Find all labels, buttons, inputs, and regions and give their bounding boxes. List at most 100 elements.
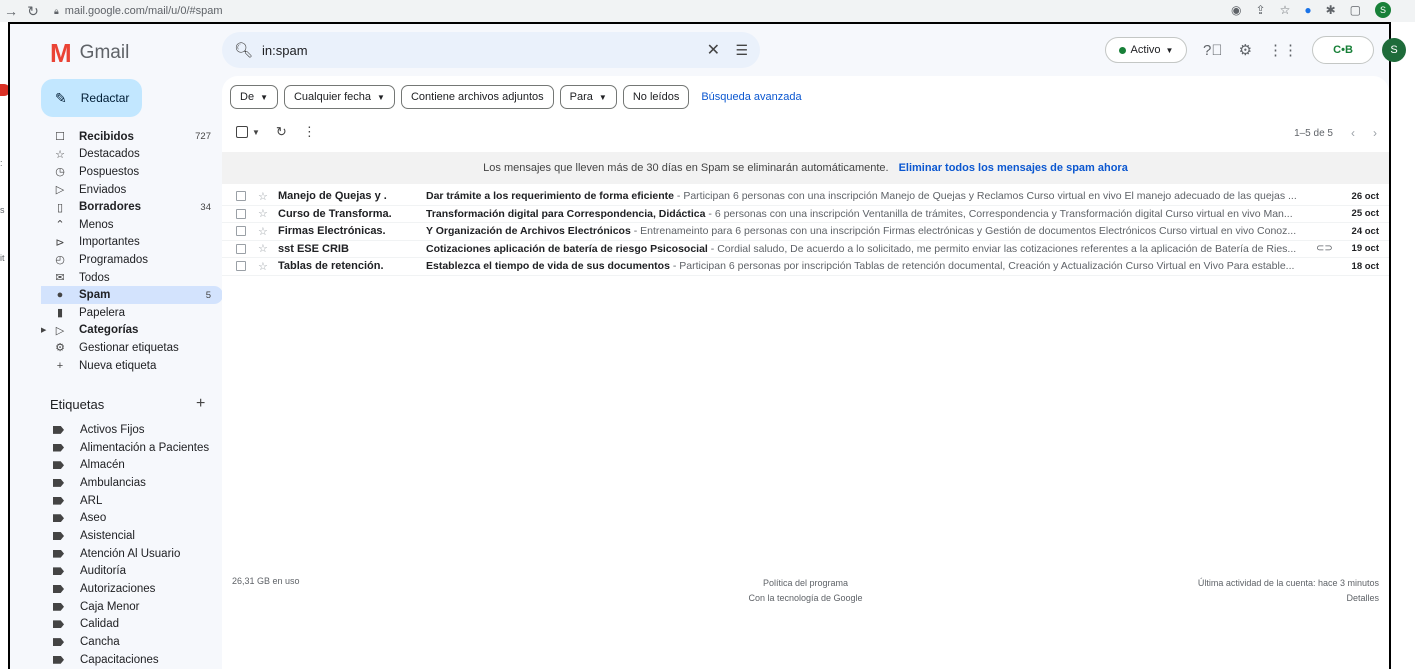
email-subject: Cotizaciones aplicación de batería de ri… [426,242,708,255]
banner-text: Los mensajes que lleven más de 30 días e… [483,162,889,174]
help-icon[interactable]: ?⃝ [1203,42,1223,59]
label-item[interactable]: Ambulancias [41,474,223,492]
filter-chip[interactable]: Cualquier fecha ▼ [283,85,395,109]
label-tag-icon [53,425,64,434]
filter-chip-label: Contiene archivos adjuntos [410,91,544,103]
account-avatar[interactable]: S [1382,38,1407,62]
sidebar-item-programados[interactable]: ◴ Programados [41,251,223,269]
label-tag-icon [53,514,64,523]
label-item[interactable]: Calidad [41,616,223,634]
eye-icon[interactable]: ◉ [1231,3,1241,17]
compose-button[interactable]: ✎ Redactar [41,79,142,117]
row-checkbox[interactable] [236,208,246,219]
email-date: 25 oct [1351,208,1379,220]
sidepanel-icon[interactable]: ▢ [1350,3,1361,17]
search-icon[interactable]: 🔍︎ [222,41,254,59]
label-item[interactable]: Caja Menor [41,598,223,616]
email-row[interactable]: ☆ sst ESE CRIB Cotizaciones aplicación de … [222,241,1389,258]
sidebar-item-categorías[interactable]: ▶ ▷ Categorías [41,322,223,340]
filter-chip[interactable]: Para ▼ [559,85,617,109]
sidebar-item-recibidos[interactable]: ☐ Recibidos 727 [41,128,223,146]
star-icon[interactable]: ☆ [258,242,272,255]
extension-icon[interactable]: ● [1304,3,1311,17]
refresh-icon[interactable]: ↻ [276,124,287,140]
organization-logo[interactable]: C•B [1312,36,1375,64]
sidebar-item-todos[interactable]: ✉ Todos [41,269,223,287]
sidebar-item-enviados[interactable]: ▷ Enviados [41,181,223,199]
label-item[interactable]: Alimentación a Pacientes [41,439,223,457]
email-snippet: - 6 personas con una inscripción Ventani… [705,207,1293,220]
sidebar-item-pospuestos[interactable]: ◷ Pospuestos [41,163,223,181]
label-item[interactable]: Almacén [41,456,223,474]
label-item[interactable]: Autorizaciones [41,580,223,598]
address-bar[interactable]: 🔒︎ mail.google.com/mail/u/0/#spam [54,3,1194,19]
gmail-logo[interactable]: M Gmail [50,40,129,66]
sidebar-item-nueva-etiqueta[interactable]: + Nueva etiqueta [41,357,223,375]
label-item[interactable]: Capacitaciones [41,651,223,669]
expand-caret-icon[interactable]: ▶ [41,326,46,334]
select-all-checkbox[interactable] [236,126,248,138]
star-icon[interactable]: ☆ [258,190,272,203]
settings-gear-icon[interactable]: ⚙ [1239,41,1252,59]
delete-all-spam-link[interactable]: Eliminar todos los mensajes de spam ahor… [899,162,1128,174]
email-row[interactable]: ☆ Tablas de retención. Establezca el tiemp… [222,258,1389,276]
sidebar-item-label: Categorías [79,324,139,337]
sidebar-item-papelera[interactable]: ▮ Papelera [41,304,223,322]
search-input[interactable] [262,42,682,58]
label-name: Capacitaciones [80,653,159,666]
filter-chip[interactable]: De ▼ [230,85,278,109]
sidebar-item-menos[interactable]: ⌃ Menos [41,216,223,234]
email-date: 19 oct [1351,243,1379,255]
sidebar-item-gestionar-etiquetas[interactable]: ⚙ Gestionar etiquetas [41,339,223,357]
reload-icon[interactable]: ↻ [22,3,44,20]
star-icon[interactable]: ☆ [258,225,272,238]
select-dropdown-icon[interactable]: ▼ [252,128,260,137]
email-row[interactable]: ☆ Curso de Transforma. Transformación digi… [222,206,1389,223]
filter-chip[interactable]: Contiene archivos adjuntos [400,85,554,109]
label-item[interactable]: ARL [41,492,223,510]
advanced-search-link[interactable]: Búsqueda avanzada [701,91,801,103]
chevron-down-icon: ▼ [598,92,607,102]
details-link[interactable]: Detalles [1198,591,1379,606]
filter-chip[interactable]: No leídos [622,85,690,109]
label-tag-icon [53,531,64,540]
filter-chip-label: Cualquier fecha [293,91,372,103]
sidebar-item-spam[interactable]: ● Spam 5 [41,286,223,304]
star-icon[interactable]: ☆ [258,260,272,273]
more-options-icon[interactable]: ⋮ [303,124,316,140]
sidebar-item-label: Todos [79,271,110,284]
sidebar-item-importantes[interactable]: ⊳ Importantes [41,234,223,252]
label-item[interactable]: Asistencial [41,527,223,545]
status-dropdown[interactable]: Activo ▼ [1105,37,1187,63]
row-checkbox[interactable] [236,191,246,202]
share-icon[interactable]: ⇪ [1256,3,1266,17]
label-item[interactable]: Auditoría [41,563,223,581]
outer-window-edge [0,24,8,669]
sidebar-item-destacados[interactable]: ☆ Destacados [41,146,223,164]
email-subject-snippet: Cotizaciones aplicación de batería de ri… [426,243,1318,255]
label-item[interactable]: Atención Al Usuario [41,545,223,563]
clock-icon: ◷ [55,166,65,179]
label-name: Ambulancias [80,476,146,489]
bookmark-star-icon[interactable]: ☆ [1280,3,1291,17]
browser-profile-avatar[interactable]: S [1375,2,1391,18]
email-row[interactable]: ☆ Firmas Electrónicas. Y Organización de A… [222,223,1389,241]
search-options-icon[interactable]: ☰ [735,42,748,59]
chevron-left-icon[interactable]: ‹ [1351,126,1355,140]
email-date: 24 oct [1351,225,1379,237]
label-item[interactable]: Activos Fijos [41,421,223,439]
row-checkbox[interactable] [236,226,246,237]
row-checkbox[interactable] [236,261,246,272]
star-icon[interactable]: ☆ [258,207,272,220]
row-checkbox[interactable] [236,243,246,254]
puzzle-icon[interactable]: ✱ [1326,3,1336,17]
clear-search-icon[interactable]: ✕ [707,40,720,60]
label-item[interactable]: Aseo [41,509,223,527]
chevron-right-icon[interactable]: › [1373,126,1377,140]
email-row[interactable]: ☆ Manejo de Quejas y . Dar trámite a los r… [222,188,1389,206]
apps-grid-icon[interactable]: ⋮⋮ [1268,41,1298,59]
forward-icon[interactable]: → [0,3,22,19]
sidebar-item-borradores[interactable]: ▯ Borradores 34 [41,198,223,216]
add-label-icon[interactable]: + [196,395,205,413]
label-item[interactable]: Cancha [41,633,223,651]
